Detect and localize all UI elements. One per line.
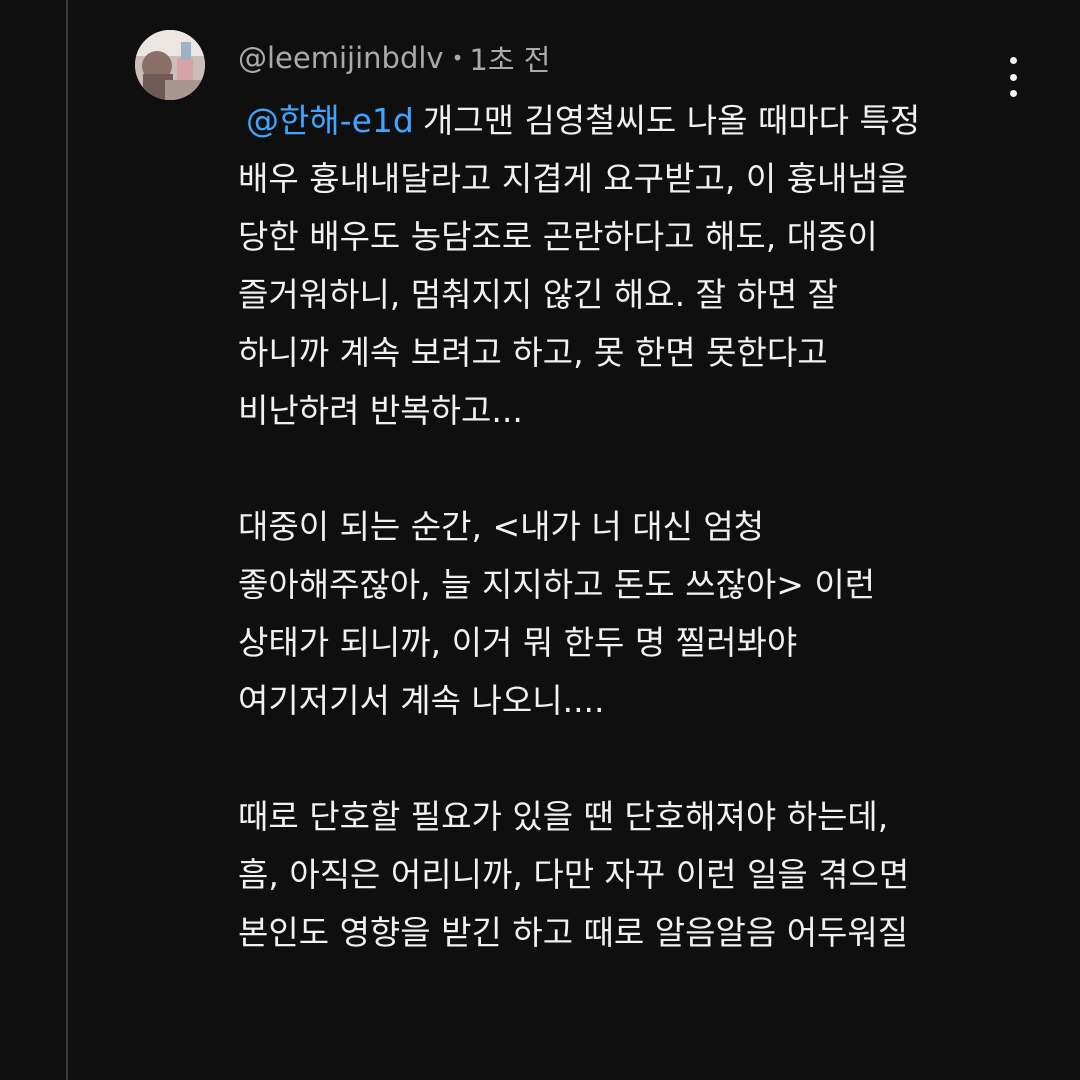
comment-text: 개그맨 김영철씨도 나올 때마다 특정 [422, 101, 921, 140]
comment-line: 배우 흉내내달라고 지겹게 요구받고, 이 흉내냄을 [238, 159, 909, 198]
more-dot [1009, 73, 1017, 81]
comment-line: 좋아해주잖아, 늘 지지하고 돈도 쓰잖아> 이런 [238, 565, 876, 604]
avatar-image [135, 30, 205, 100]
comment-line: 상태가 되니까, 이거 뭐 한두 명 찔러봐야 [238, 623, 798, 662]
separator-dot: • [451, 46, 464, 70]
reply-thread-line [66, 0, 68, 1080]
author-name[interactable]: @leemijinbdlv [238, 41, 444, 75]
comment-line: 때로 단호할 필요가 있을 땐 단호해져야 하는데, [238, 797, 889, 836]
avatar[interactable] [135, 30, 205, 100]
comment-line: 하니까 계속 보려고 하고, 못 한면 못한다고 [238, 333, 828, 372]
comment-line: 비난하려 반복하고... [238, 391, 523, 430]
comment-header: @leemijinbdlv • 1초 전 [238, 38, 550, 78]
comment-line: 여기저기서 계속 나오니.... [238, 681, 605, 720]
comment-timestamp[interactable]: 1초 전 [469, 37, 550, 79]
mention-link[interactable]: @한해-e1d [246, 101, 414, 140]
comment-line: 대중이 되는 순간, <내가 너 대신 엄청 [238, 507, 765, 546]
comment-line: 흠, 아직은 어리니까, 다만 자꾸 이런 일을 겪으면 [238, 855, 910, 894]
comment-line: 당한 배우도 농담조로 곤란하다고 해도, 대중이 [238, 217, 878, 256]
comment-line: @한해-e1d 개그맨 김영철씨도 나올 때마다 특정 [238, 92, 1038, 150]
comment-line: 본인도 영향을 받긴 하고 때로 알음알음 어두워질 [238, 913, 909, 952]
more-dot [1009, 57, 1017, 64]
comment-body: @한해-e1d 개그맨 김영철씨도 나올 때마다 특정 배우 흉내내달라고 지겹게… [238, 92, 1038, 962]
comment-line: 즐거워하니, 멈춰지지 않긴 해요. 잘 하면 잘 [238, 275, 839, 314]
